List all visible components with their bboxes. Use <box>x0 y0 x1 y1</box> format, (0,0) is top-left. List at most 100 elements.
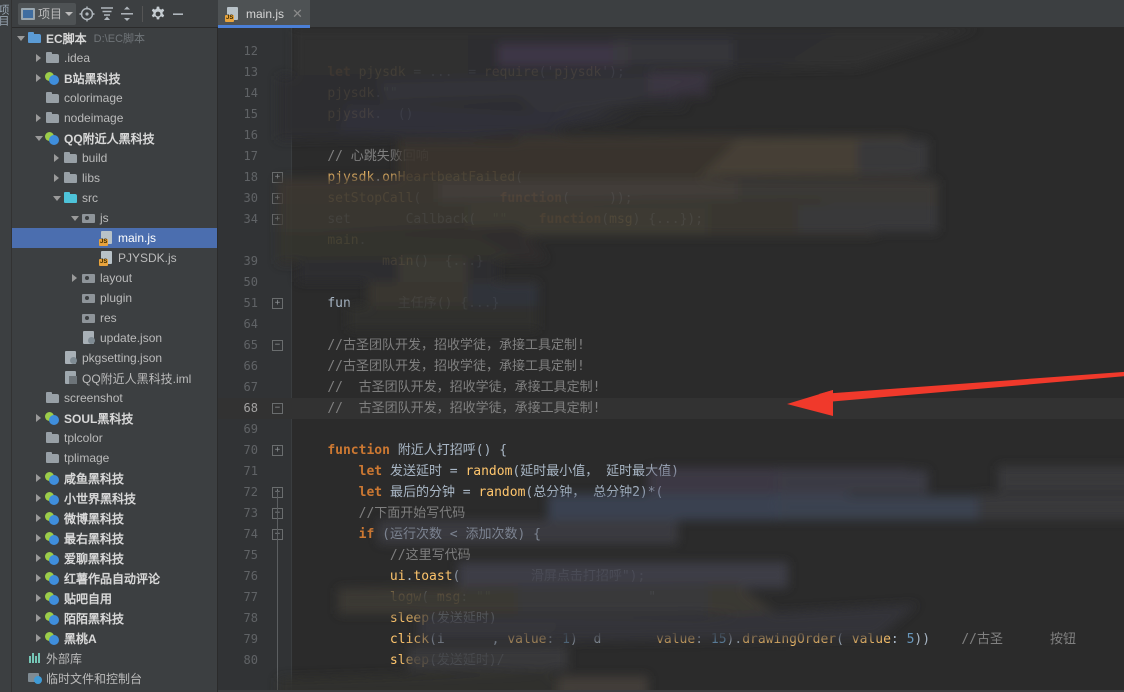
project-tree[interactable]: EC脚本D:\EC脚本.ideaB站黑科技colorimagenodeimage… <box>12 28 218 692</box>
project-view-selector[interactable]: 项目 <box>18 3 76 25</box>
chevron-right-icon[interactable] <box>34 568 45 588</box>
chevron-right-icon[interactable] <box>34 488 45 508</box>
tree-item[interactable]: 贴吧自用 <box>12 588 217 608</box>
close-icon[interactable]: ✕ <box>292 6 303 22</box>
tree-item[interactable]: 咸鱼黑科技 <box>12 468 217 488</box>
chevron-right-icon[interactable] <box>34 628 45 648</box>
tree-item[interactable]: 外部库 <box>12 648 217 668</box>
code-line[interactable]: 39 main() {...} <box>218 251 1124 272</box>
code-line[interactable]: 16 <box>218 125 1124 146</box>
tree-item[interactable]: screenshot <box>12 388 217 408</box>
tree-item[interactable]: 黑桃A <box>12 628 217 648</box>
chevron-down-icon[interactable] <box>70 208 81 228</box>
tree-item[interactable]: EC脚本D:\EC脚本 <box>12 28 217 48</box>
tree-item[interactable]: tplcolor <box>12 428 217 448</box>
chevron-down-icon[interactable] <box>16 28 27 48</box>
chevron-down-icon[interactable] <box>34 128 45 148</box>
tree-item[interactable]: update.json <box>12 328 217 348</box>
collapse-all-icon[interactable] <box>98 5 116 23</box>
chevron-right-icon[interactable] <box>34 48 45 68</box>
minimize-icon[interactable] <box>169 5 187 23</box>
tree-item[interactable]: QQ附近人黑科技.iml <box>12 368 217 388</box>
tree-item[interactable]: tplimage <box>12 448 217 468</box>
expand-all-icon[interactable] <box>118 5 136 23</box>
tree-item[interactable]: 临时文件和控制台 <box>12 668 217 688</box>
tree-item[interactable]: 小世界黑科技 <box>12 488 217 508</box>
code-line[interactable]: 64 <box>218 314 1124 335</box>
tree-item[interactable]: 爱聊黑科技 <box>12 548 217 568</box>
fold-toggle[interactable]: + <box>272 445 283 456</box>
tree-item[interactable]: nodeimage <box>12 108 217 128</box>
code-lines[interactable]: 1213 let pjysdk = ... = require('pjysdk'… <box>218 28 1124 692</box>
code-area[interactable]: 1213 let pjysdk = ... = require('pjysdk'… <box>218 28 1124 692</box>
chevron-right-icon[interactable] <box>34 588 45 608</box>
code-line[interactable]: 50 <box>218 272 1124 293</box>
tree-item[interactable]: 最右黑科技 <box>12 528 217 548</box>
code-line[interactable]: 12 <box>218 41 1124 62</box>
code-line[interactable]: 69 <box>218 419 1124 440</box>
tree-item[interactable]: SOUL黑科技 <box>12 408 217 428</box>
chevron-right-icon[interactable] <box>52 168 63 188</box>
code-line[interactable]: 78 sleep(发送延时) <box>218 608 1124 629</box>
chevron-right-icon[interactable] <box>34 408 45 428</box>
code-line[interactable]: 15 pjysdk. () <box>218 104 1124 125</box>
tree-item[interactable]: build <box>12 148 217 168</box>
code-line[interactable]: 13 let pjysdk = ... = require('pjysdk'); <box>218 62 1124 83</box>
fold-toggle[interactable]: − <box>272 340 283 351</box>
chevron-down-icon[interactable] <box>52 188 63 208</box>
chevron-right-icon[interactable] <box>70 268 81 288</box>
code-line[interactable]: 17 // 心跳失败回响 <box>218 146 1124 167</box>
tree-item[interactable]: res <box>12 308 217 328</box>
code-line[interactable]: 34 set Callback( "" function(msg) {...})… <box>218 209 1124 230</box>
tree-item[interactable]: libs <box>12 168 217 188</box>
code-line[interactable]: 72 let 最后的分钟 = random(总分钟， 总分钟2)*( <box>218 482 1124 503</box>
fold-toggle[interactable]: + <box>272 298 283 309</box>
left-tool-strip[interactable]: 项目 <box>0 0 12 692</box>
code-line[interactable]: main. <box>218 230 1124 251</box>
tree-item[interactable]: 陌陌黑科技 <box>12 608 217 628</box>
fold-toggle[interactable]: + <box>272 193 283 204</box>
tree-item[interactable]: B站黑科技 <box>12 68 217 88</box>
chevron-right-icon[interactable] <box>34 508 45 528</box>
fold-toggle[interactable]: − <box>272 403 283 414</box>
code-line[interactable]: 68 // 古圣团队开发，招收学徒，承接工具定制! <box>218 398 1124 419</box>
chevron-right-icon[interactable] <box>52 148 63 168</box>
tree-item[interactable]: 微博黑科技 <box>12 508 217 528</box>
code-line[interactable]: 70 function 附近人打招呼() { <box>218 440 1124 461</box>
code-line[interactable]: 80 sleep(发送延时)/ <box>218 650 1124 671</box>
tree-item[interactable]: js <box>12 208 217 228</box>
code-line[interactable]: 75 //这里写代码 <box>218 545 1124 566</box>
code-line[interactable]: 73 //下面开始写代码 <box>218 503 1124 524</box>
code-line[interactable]: 30 setStopCall( function( )); <box>218 188 1124 209</box>
code-line[interactable]: 79 click(i , value: 1) d value: 15).draw… <box>218 629 1124 650</box>
tree-item[interactable]: main.js <box>12 228 217 248</box>
chevron-right-icon[interactable] <box>34 608 45 628</box>
code-line[interactable]: 65 //古圣团队开发，招收学徒，承接工具定制! <box>218 335 1124 356</box>
tree-item[interactable]: layout <box>12 268 217 288</box>
tree-item[interactable]: plugin <box>12 288 217 308</box>
code-line[interactable]: 14 pjysdk."" <box>218 83 1124 104</box>
tab-main-js[interactable]: main.js ✕ <box>218 0 310 28</box>
code-line[interactable]: 66 //古圣团队开发，招收学徒，承接工具定制! <box>218 356 1124 377</box>
tree-item[interactable]: PJYSDK.js <box>12 248 217 268</box>
chevron-right-icon[interactable] <box>34 548 45 568</box>
code-line[interactable]: 77 logw( msg: "" " <box>218 587 1124 608</box>
fold-toggle[interactable]: + <box>272 214 283 225</box>
chevron-right-icon[interactable] <box>34 468 45 488</box>
code-line[interactable]: 74 if (运行次数 < 添加次数) { <box>218 524 1124 545</box>
code-line[interactable]: 71 let 发送延时 = random(延时最小值， 延时最大值) <box>218 461 1124 482</box>
chevron-right-icon[interactable] <box>34 68 45 88</box>
left-strip-project-label[interactable]: 项目 <box>0 4 9 26</box>
chevron-right-icon[interactable] <box>34 528 45 548</box>
code-line[interactable]: 76 ui.toast( 滑屏点击打招呼"); <box>218 566 1124 587</box>
chevron-right-icon[interactable] <box>34 108 45 128</box>
tree-item[interactable]: src <box>12 188 217 208</box>
tree-item[interactable]: pkgsetting.json <box>12 348 217 368</box>
tree-item[interactable]: QQ附近人黑科技 <box>12 128 217 148</box>
tree-item[interactable]: 红薯作品自动评论 <box>12 568 217 588</box>
tree-item[interactable]: colorimage <box>12 88 217 108</box>
code-line[interactable]: 51 fun 主任序() {...} <box>218 293 1124 314</box>
locate-icon[interactable] <box>78 5 96 23</box>
gear-icon[interactable] <box>149 5 167 23</box>
fold-toggle[interactable]: + <box>272 172 283 183</box>
